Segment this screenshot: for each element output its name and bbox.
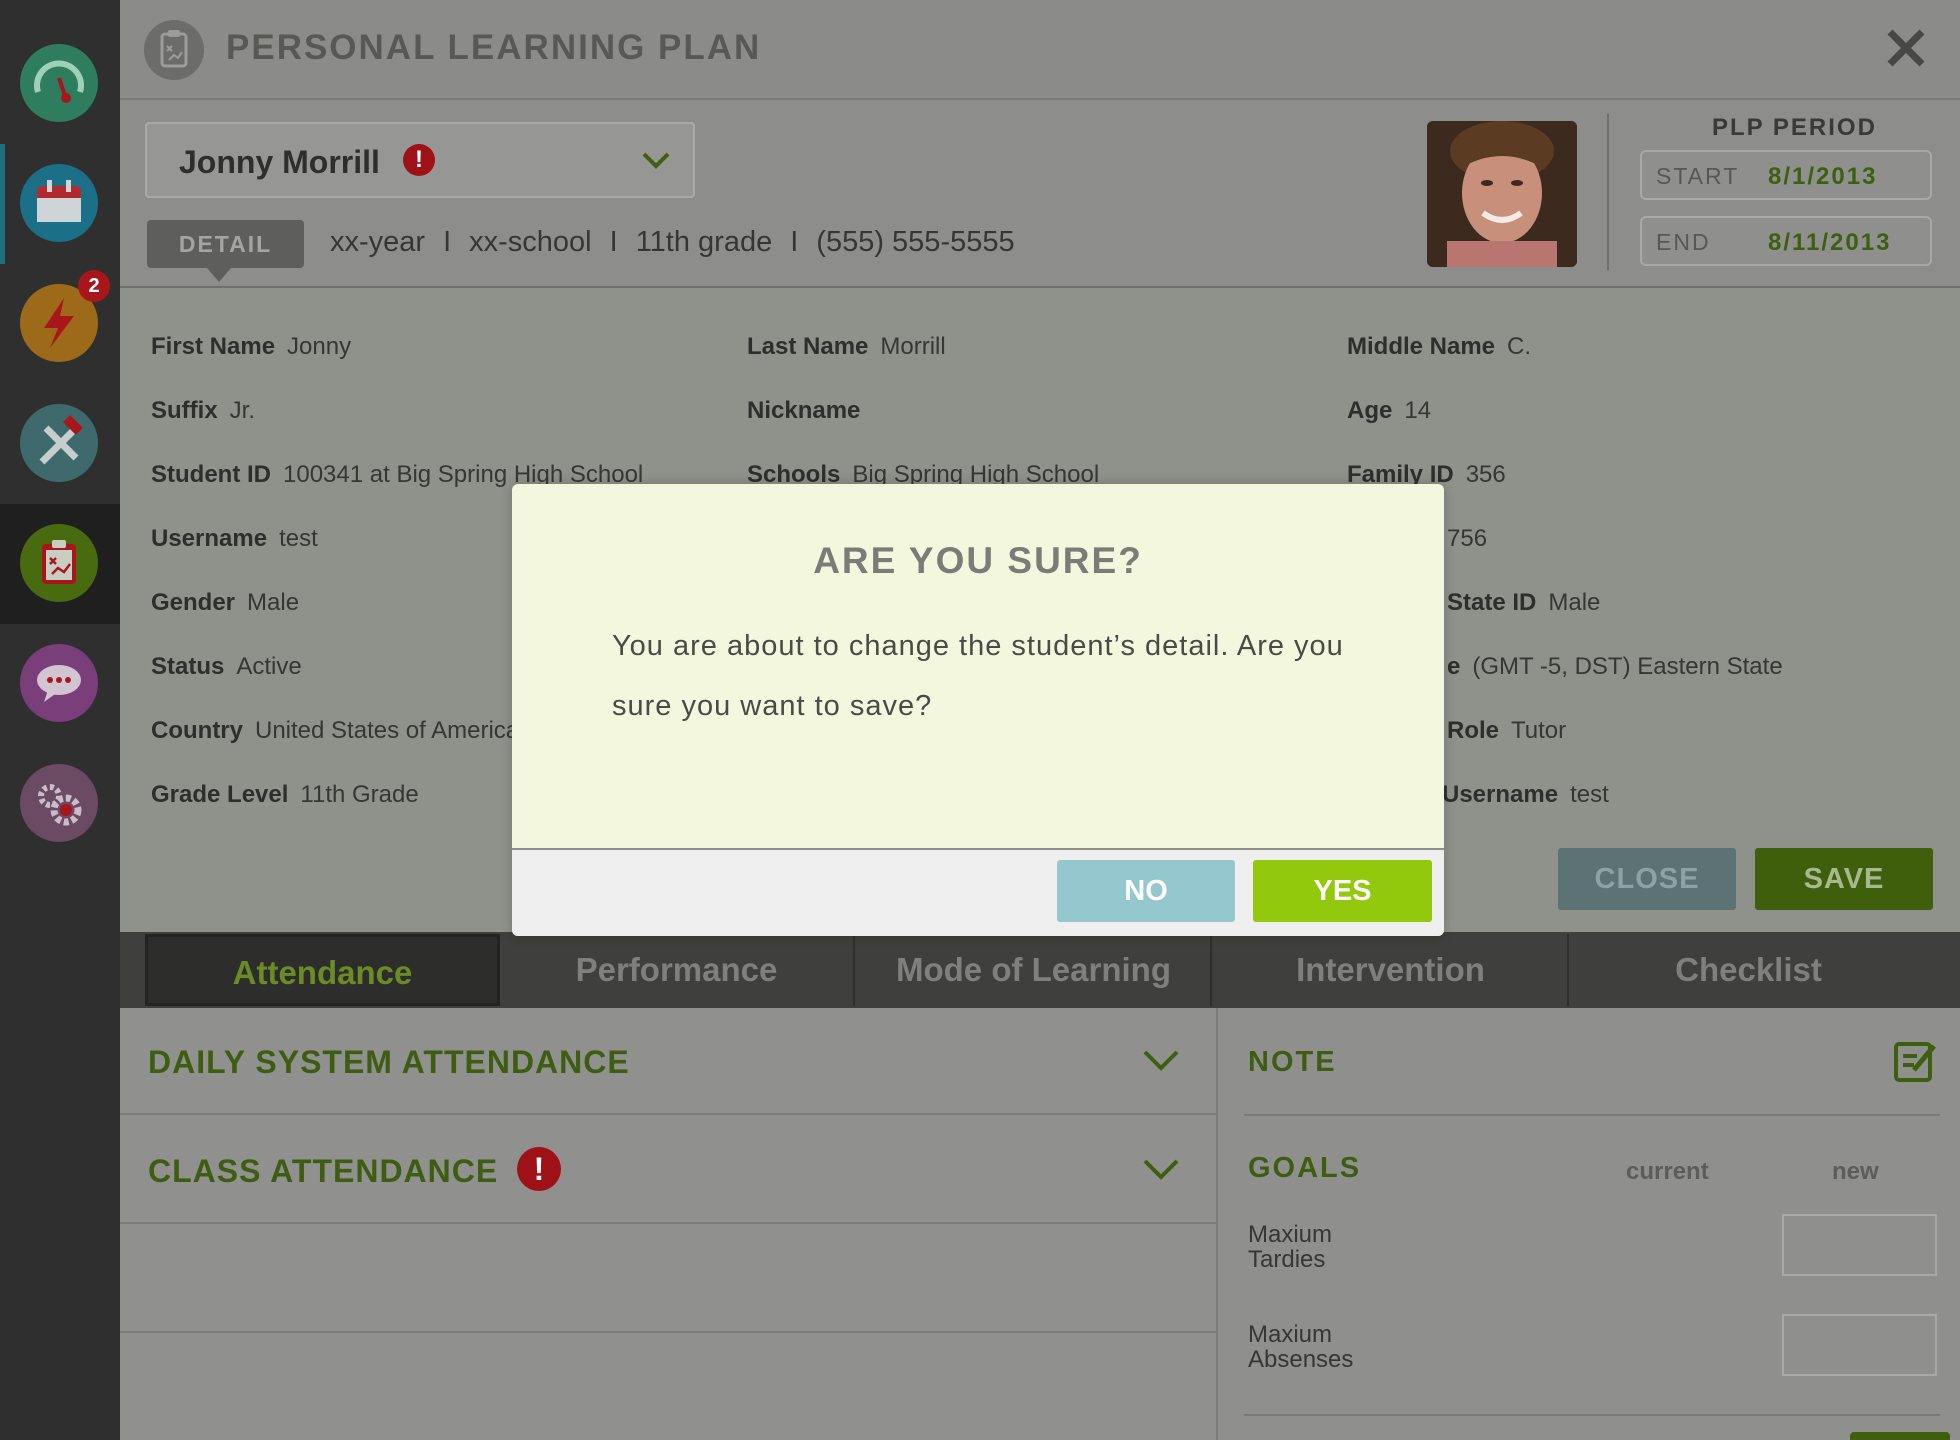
tab-checklist[interactable]: Checklist (1571, 934, 1926, 1006)
student-school: xx-school (469, 226, 592, 258)
edit-note-icon[interactable] (1892, 1038, 1938, 1084)
plp-end-label: END (1656, 229, 1711, 255)
goals-current-header: current (1626, 1158, 1709, 1185)
plp-start-field[interactable]: START 8/1/2013 (1640, 150, 1932, 200)
dialog-title: ARE YOU SURE? (813, 540, 1143, 581)
yes-button[interactable]: YES (1253, 860, 1432, 922)
chevron-down-icon (1142, 1048, 1180, 1072)
accordion-title: DAILY SYSTEM ATTENDANCE (148, 1044, 630, 1080)
field-timezone: e (GMT -5, DST) Eastern State (1447, 653, 1783, 680)
goal-label: Maxium Tardies (1248, 1221, 1333, 1273)
sidebar-item-plp[interactable] (0, 504, 120, 624)
tab-bar: Attendance Performance Mode of Learning … (120, 932, 1960, 1008)
field-last-name: Last Name Morrill (747, 333, 946, 360)
attendance-panel: DAILY SYSTEM ATTENDANCE CLASS ATTENDANCE… (120, 1008, 1218, 1440)
student-header: Jonny Morrill ! DETAIL xx-year Ixx-school… (120, 100, 1960, 288)
dialog-message: You are about to change the student’s de… (612, 630, 1344, 722)
plp-end-field[interactable]: END 8/11/2013 (1640, 216, 1932, 266)
goals-new-header: new (1832, 1158, 1879, 1185)
meta-separator: I (790, 226, 799, 258)
goals-title: GOALS (1248, 1152, 1362, 1184)
field-role: Role Tutor (1447, 717, 1567, 744)
field-state-id: State ID Male (1447, 589, 1601, 616)
confirm-dialog: ARE YOU SURE? You are about to change th… (512, 484, 1444, 936)
tab-performance[interactable]: Performance (500, 934, 855, 1006)
chevron-down-icon (641, 150, 671, 170)
field-gender: Gender Male (151, 589, 300, 616)
partial-button[interactable] (1850, 1432, 1950, 1440)
goal-label: Maxium Absenses (1248, 1321, 1354, 1373)
plp-end-value: 8/11/2013 (1768, 229, 1892, 256)
dialog-footer: NO YES (512, 848, 1444, 936)
field-partial: 756 (1447, 525, 1488, 552)
sidebar-item-tools[interactable] (0, 384, 120, 504)
save-button[interactable]: SAVE (1755, 848, 1933, 910)
sidebar: 2 (0, 0, 120, 1440)
plp-start-label: START (1656, 163, 1740, 189)
field-status: Status Active (151, 653, 302, 680)
meta-separator: I (443, 226, 452, 258)
page-title: PERSONAL LEARNING PLAN (226, 28, 762, 67)
accordion-title: CLASS ATTENDANCE (148, 1153, 499, 1189)
max-absences-input[interactable] (1782, 1314, 1937, 1376)
calendar-icon (20, 164, 98, 242)
tab-intervention[interactable]: Intervention (1214, 934, 1569, 1006)
tab-mode-of-learning[interactable]: Mode of Learning (857, 934, 1212, 1006)
gauge-icon (20, 44, 98, 122)
close-icon[interactable] (1884, 26, 1928, 70)
daily-attendance-accordion[interactable]: DAILY SYSTEM ATTENDANCE (120, 1008, 1218, 1115)
sidebar-item-settings[interactable] (0, 744, 120, 864)
class-attendance-accordion[interactable]: CLASS ATTENDANCE ! (120, 1117, 1218, 1224)
divider (1607, 114, 1609, 270)
field-age: Age 14 (1347, 397, 1432, 424)
field-middle-name: Middle Name C. (1347, 333, 1532, 360)
chat-icon (20, 644, 98, 722)
field-username: Username test (151, 525, 318, 552)
alerts-badge: 2 (78, 270, 110, 302)
field-first-name: First Name Jonny (151, 333, 352, 360)
student-grade: 11th grade (635, 226, 773, 258)
alert-icon: ! (403, 144, 435, 176)
close-button[interactable]: CLOSE (1558, 848, 1736, 910)
student-meta: xx-year Ixx-school I 11th grade I (555) 555-5… (330, 226, 1015, 259)
student-phone: (555) 555-5555 (816, 226, 1015, 258)
student-selector[interactable]: Jonny Morrill ! (145, 122, 695, 198)
tab-attendance[interactable]: Attendance (145, 934, 500, 1006)
max-tardies-input[interactable] (1782, 1214, 1937, 1276)
divider (1244, 1414, 1940, 1416)
plp-start-value: 8/1/2013 (1768, 163, 1878, 190)
field-country: Country United States of America (151, 717, 520, 744)
header: PERSONAL LEARNING PLAN (120, 0, 1960, 100)
no-button[interactable]: NO (1057, 860, 1235, 922)
chevron-down-icon (1142, 1157, 1180, 1181)
settings-icon (20, 764, 98, 842)
student-photo (1427, 121, 1577, 267)
detail-tab[interactable]: DETAIL (147, 220, 304, 282)
student-year: xx-year (330, 226, 426, 258)
plp-period-title: PLP PERIOD (1712, 114, 1877, 141)
tools-icon (20, 404, 98, 482)
student-name: Jonny Morrill (179, 144, 380, 180)
alert-icon: ! (517, 1147, 561, 1191)
note-title: NOTE (1248, 1046, 1337, 1078)
clipboard-icon (20, 524, 98, 602)
field-grade-level: Grade Level 11th Grade (151, 781, 419, 808)
clipboard-icon (144, 20, 204, 80)
meta-separator: I (609, 226, 618, 258)
field-suffix: Suffix Jr. (151, 397, 256, 424)
sidebar-item-messages[interactable] (0, 624, 120, 744)
notes-goals-panel: NOTE GOALS current new Maxium Tardies Ma… (1220, 1008, 1960, 1440)
sidebar-item-dashboard[interactable] (0, 24, 120, 144)
divider (1244, 1114, 1940, 1116)
field-nickname: Nickname (747, 397, 861, 424)
sidebar-item-calendar[interactable] (0, 144, 120, 264)
field-username-2: Username test (1442, 781, 1609, 808)
empty-accordion (120, 1226, 1218, 1333)
